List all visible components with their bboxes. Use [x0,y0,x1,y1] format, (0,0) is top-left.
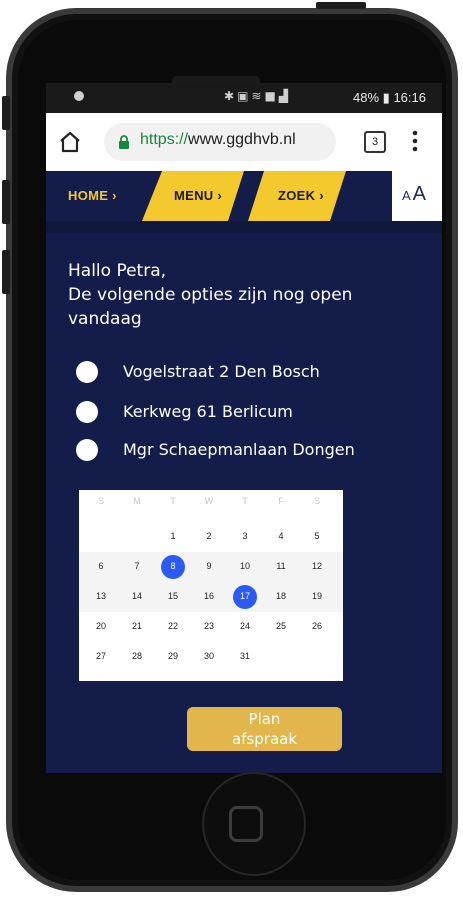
status-icons: ✱▣≋■▟ [224,89,291,103]
calendar-day[interactable]: 3 [226,531,264,541]
calendar-day[interactable]: 17 [226,591,264,601]
greeting-text: Hallo Petra, De volgende opties zijn nog… [68,259,428,331]
wifi-icon: ≋ [251,89,265,103]
calendar-day[interactable]: 9 [190,561,228,571]
location-option[interactable]: Kerkweg 61 Berlicum [76,401,426,431]
tab-switcher-button[interactable]: 3 [364,131,386,153]
nav-shadow [46,221,442,233]
calendar-day[interactable]: 18 [262,591,300,601]
calendar-day[interactable]: 4 [262,531,300,541]
more-vert-icon[interactable] [412,129,418,153]
calendar-week-row: 20 21 22 23 24 25 26 [79,612,343,642]
calendar-weekday: T [170,496,176,506]
top-button [316,2,366,9]
radio-button[interactable] [76,439,98,461]
calendar-day[interactable]: 20 [82,621,120,631]
url-host: www.ggdhvb.nl [188,131,296,148]
calendar-day[interactable]: 15 [154,591,192,601]
calendar-day[interactable]: 6 [82,561,120,571]
calendar-day[interactable]: 13 [82,591,120,601]
calendar-week-row: 6 7 8 9 10 11 12 [79,552,343,582]
clock: 16:16 [393,90,426,105]
radio-button[interactable] [76,401,98,423]
status-bar: ✱▣≋■▟ 48% ▮ 16:16 [46,83,442,113]
calendar-day[interactable]: 26 [298,621,336,631]
phone-screen: ✱▣≋■▟ 48% ▮ 16:16 https://www.ggdhvb.nl … [46,83,442,773]
calendar-day[interactable]: 25 [262,621,300,631]
calendar-weekday: F [278,496,284,506]
calendar-weekday: S [313,496,320,506]
font-large-glyph: A [412,183,427,205]
location-option-label: Mgr Schaepmanlaan Dongen [123,440,355,459]
calendar-day[interactable]: 14 [118,591,156,601]
location-option-label: Vogelstraat 2 Den Bosch [123,362,320,381]
url-scheme: https:// [140,131,189,148]
lock-icon [119,135,129,149]
plan-button-line-2: afspraak [231,730,298,748]
calendar-day[interactable]: 23 [190,621,228,631]
calendar-day[interactable]: 2 [190,531,228,541]
mute-icon: ▣ [237,89,252,103]
greeting-line-1: Hallo Petra, [68,261,167,281]
nav-home[interactable]: HOME › [68,188,117,203]
calendar-day[interactable]: 22 [154,621,192,631]
calendar-day[interactable]: 8 [154,561,192,571]
plan-appointment-button[interactable]: Plan afspraak [187,707,342,751]
site-nav: HOME › MENU › ZOEK › AA [46,171,442,221]
calendar-week-row: 27 28 29 30 31 [79,642,343,672]
home-icon[interactable] [58,131,82,153]
calendar-day[interactable]: 24 [226,621,264,631]
volume-down-button [2,180,10,224]
calendar-day[interactable]: 16 [190,591,228,601]
calendar-day[interactable]: 27 [82,651,120,661]
calendar-day[interactable]: 7 [118,561,156,571]
calendar-day[interactable]: 21 [118,621,156,631]
home-button-icon [229,806,263,842]
calendar-day[interactable]: 29 [154,651,192,661]
nav-menu[interactable]: MENU › [174,188,222,203]
battery-percent: 48% [353,90,380,105]
status-battery-time: 48% ▮ 16:16 [353,90,426,106]
calendar-weekday: M [133,496,141,506]
power-button [2,250,10,294]
nav-zoek[interactable]: ZOEK › [278,188,324,203]
browser-toolbar: https://www.ggdhvb.nl 3 [46,113,442,171]
calendar-week-row: 12345 [79,522,343,552]
calendar-day[interactable]: 19 [298,591,336,601]
calendar-weekday: T [242,496,248,506]
notification-icon [74,91,84,101]
volume-up-button [2,96,10,130]
calendar-day[interactable]: 11 [262,561,300,571]
greeting-line-2: De volgende opties zijn nog open vandaag [68,285,353,329]
plan-button-line-1: Plan [248,710,281,728]
font-size-label[interactable]: AA [402,183,426,206]
calendar-weekday: W [204,496,214,506]
calendar-weekday: S [97,496,104,506]
calendar-day[interactable]: 30 [190,651,228,661]
calendar-day[interactable]: 31 [226,651,264,661]
calendar-day[interactable]: 28 [118,651,156,661]
font-small-glyph: A [402,188,411,203]
bluetooth-icon: ✱ [224,89,238,103]
calendar-week-row: 13 14 15 16 17 18 19 [79,582,343,612]
location-option[interactable]: Vogelstraat 2 Den Bosch [76,361,426,391]
nfc-icon: ■ [264,89,279,103]
calendar-day[interactable]: 1 [154,531,192,541]
calendar-day[interactable]: 10 [226,561,264,571]
location-option-label: Kerkweg 61 Berlicum [123,402,293,421]
location-option[interactable]: Mgr Schaepmanlaan Dongen [76,439,426,469]
radio-button[interactable] [76,361,98,383]
battery-icon: ▮ [382,90,390,105]
calendar-day[interactable]: 5 [298,531,336,541]
url-text[interactable]: https://www.ggdhvb.nl [140,131,296,149]
calendar-day[interactable]: 12 [298,561,336,571]
signal-icon: ▟ [278,89,292,103]
date-picker-calendar: S M T W T F S 1 2 3 4 5 6 7 8 9 10 11 12 13 14 15 16 17 18 19 20 21… [79,490,343,681]
